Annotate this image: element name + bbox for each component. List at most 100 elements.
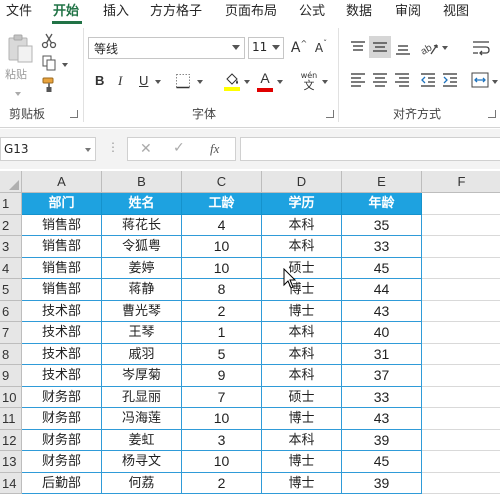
cell-a6[interactable]: 技术部	[22, 300, 102, 322]
cell-a12[interactable]: 财务部	[22, 429, 102, 451]
cell-b5[interactable]: 蒋静	[102, 279, 182, 301]
cell-f6[interactable]	[422, 301, 500, 322]
tab-data[interactable]: 数据	[346, 3, 372, 21]
row-header-12[interactable]: 12	[0, 429, 22, 451]
orientation-icon[interactable]: ab	[418, 37, 440, 59]
cell-d8[interactable]: 本科	[262, 343, 342, 365]
cell-f7[interactable]	[422, 322, 500, 344]
cell-a11[interactable]: 财务部	[22, 408, 102, 430]
grow-font-button[interactable]: A ^	[290, 38, 308, 58]
enter-icon[interactable]: ✓	[173, 140, 185, 156]
formula-bar-splitter-icon[interactable]: ⋮	[107, 140, 119, 154]
font-launcher-icon[interactable]	[326, 110, 334, 118]
decrease-indent-icon[interactable]	[418, 70, 438, 90]
cell-c13[interactable]: 10	[182, 451, 262, 473]
format-painter-icon[interactable]	[40, 76, 58, 94]
cell-d1[interactable]: 学历	[262, 193, 342, 215]
cell-e3[interactable]: 33	[342, 236, 422, 258]
cell-e9[interactable]: 37	[342, 365, 422, 387]
spreadsheet-grid[interactable]: A B C D E F 1 部门 姓名 工龄 学历 年龄 2 销售部 蒋花长 4 本科 35 3 销售部 令狐粤 10 本科…	[0, 171, 500, 501]
cell-a13[interactable]: 财务部	[22, 451, 102, 473]
italic-button[interactable]: I	[118, 72, 122, 90]
cell-c4[interactable]: 10	[182, 257, 262, 279]
cell-c9[interactable]: 9	[182, 365, 262, 387]
cell-c10[interactable]: 7	[182, 386, 262, 408]
copy-icon[interactable]	[40, 54, 58, 72]
align-right-icon[interactable]	[392, 70, 412, 90]
cell-b7[interactable]: 王琴	[102, 322, 182, 344]
cell-b3[interactable]: 令狐粤	[102, 236, 182, 258]
cell-f14[interactable]	[422, 473, 500, 494]
cell-e6[interactable]: 43	[342, 300, 422, 322]
row-header-7[interactable]: 7	[0, 322, 22, 344]
wrap-text-icon[interactable]	[470, 37, 492, 59]
name-box[interactable]: G13	[0, 137, 96, 161]
phonetic-dropdown-icon[interactable]	[322, 80, 328, 84]
cell-d5[interactable]: 博士	[262, 279, 342, 301]
align-middle-icon[interactable]	[369, 36, 391, 58]
cell-a4[interactable]: 销售部	[22, 257, 102, 279]
tab-page-layout[interactable]: 页面布局	[225, 3, 277, 21]
row-header-10[interactable]: 10	[0, 386, 22, 408]
cell-a3[interactable]: 销售部	[22, 236, 102, 258]
increase-indent-icon[interactable]	[440, 70, 460, 90]
align-center-icon[interactable]	[370, 70, 390, 90]
column-header-b[interactable]: B	[102, 171, 182, 193]
cell-d14[interactable]: 博士	[262, 472, 342, 494]
cell-b2[interactable]: 蒋花长	[102, 214, 182, 236]
cell-f2[interactable]	[422, 215, 500, 236]
cell-e11[interactable]: 43	[342, 408, 422, 430]
merge-center-icon[interactable]	[470, 70, 490, 90]
cell-e5[interactable]: 44	[342, 279, 422, 301]
merge-dropdown-icon[interactable]	[492, 80, 498, 84]
phonetic-guide-button[interactable]: wén 文	[298, 68, 320, 94]
cell-e1[interactable]: 年龄	[342, 193, 422, 215]
underline-dropdown-icon[interactable]	[155, 80, 161, 84]
cell-f5[interactable]	[422, 279, 500, 301]
row-header-9[interactable]: 9	[0, 365, 22, 387]
cell-c6[interactable]: 2	[182, 300, 262, 322]
borders-icon[interactable]	[172, 72, 194, 90]
select-all-button[interactable]	[0, 171, 22, 193]
align-bottom-icon[interactable]	[393, 38, 413, 58]
cell-f13[interactable]	[422, 451, 500, 473]
row-header-5[interactable]: 5	[0, 279, 22, 301]
cell-b4[interactable]: 姜婷	[102, 257, 182, 279]
orientation-dropdown-icon[interactable]	[442, 46, 448, 50]
formula-input[interactable]	[240, 137, 500, 161]
cell-b13[interactable]: 杨寻文	[102, 451, 182, 473]
cell-d6[interactable]: 博士	[262, 300, 342, 322]
cell-e12[interactable]: 39	[342, 429, 422, 451]
tab-review[interactable]: 审阅	[395, 3, 421, 21]
cell-e10[interactable]: 33	[342, 386, 422, 408]
cell-e13[interactable]: 45	[342, 451, 422, 473]
alignment-launcher-icon[interactable]	[488, 110, 496, 118]
cell-a2[interactable]: 销售部	[22, 214, 102, 236]
cell-f4[interactable]	[422, 258, 500, 279]
cell-d10[interactable]: 硕士	[262, 386, 342, 408]
cell-c7[interactable]: 1	[182, 322, 262, 344]
paste-dropdown-icon[interactable]	[15, 92, 21, 96]
cell-a1[interactable]: 部门	[22, 193, 102, 215]
cell-c12[interactable]: 3	[182, 429, 262, 451]
font-color-button[interactable]: A	[256, 70, 274, 92]
tab-formulas[interactable]: 公式	[299, 3, 325, 21]
cell-c14[interactable]: 2	[182, 472, 262, 494]
cell-e2[interactable]: 35	[342, 214, 422, 236]
font-size-select[interactable]: 11	[248, 37, 284, 59]
cell-f12[interactable]	[422, 430, 500, 451]
cell-e8[interactable]: 31	[342, 343, 422, 365]
tab-insert[interactable]: 插入	[103, 3, 129, 21]
cut-icon[interactable]	[40, 32, 58, 50]
cell-f3[interactable]	[422, 236, 500, 258]
fill-color-icon[interactable]	[222, 70, 242, 92]
cell-d2[interactable]: 本科	[262, 214, 342, 236]
column-header-d[interactable]: D	[262, 171, 342, 193]
cell-e4[interactable]: 45	[342, 257, 422, 279]
paste-button-label[interactable]: 粘贴	[5, 66, 27, 82]
column-header-f[interactable]: F	[422, 171, 500, 193]
cell-f10[interactable]	[422, 387, 500, 408]
shrink-font-button[interactable]: Aˇ	[312, 38, 330, 58]
cell-d9[interactable]: 本科	[262, 365, 342, 387]
font-name-select[interactable]: 等线	[88, 37, 245, 59]
